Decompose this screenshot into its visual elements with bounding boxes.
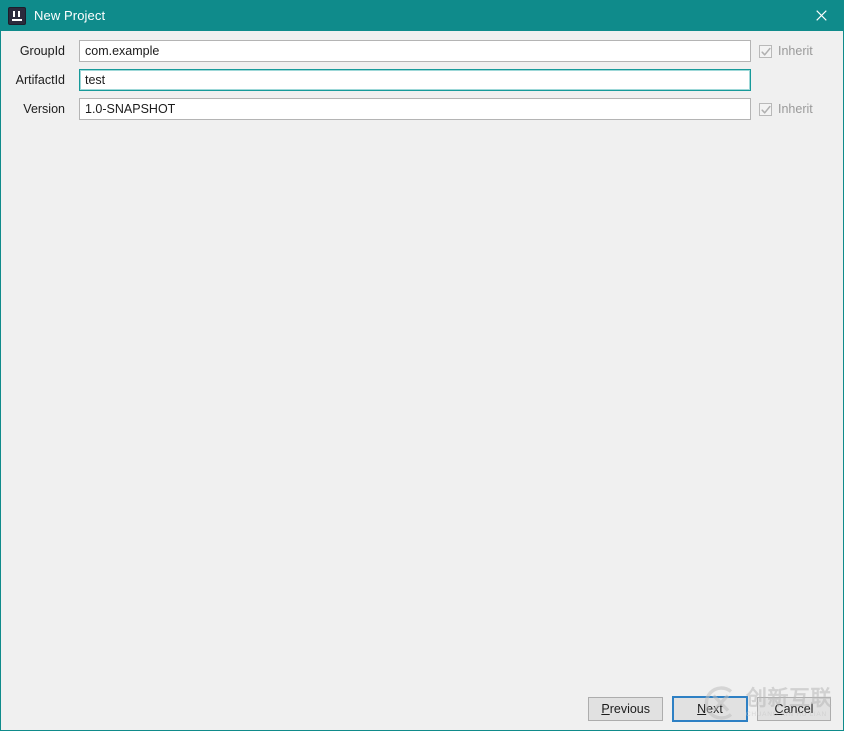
form-row-groupid: GroupId Inherit — [1, 40, 843, 62]
dialog-button-bar: Previous Next Cancel — [588, 697, 831, 721]
groupid-label: GroupId — [19, 44, 65, 58]
version-label: Version — [23, 102, 65, 116]
intellij-idea-icon — [9, 7, 25, 24]
close-button[interactable] — [798, 0, 843, 31]
artifactid-input[interactable] — [79, 69, 751, 91]
cancel-button-label-rest: ancel — [783, 702, 814, 716]
version-inherit-checkbox[interactable] — [759, 102, 772, 116]
artifactid-label: ArtifactId — [15, 73, 65, 87]
version-input[interactable] — [79, 98, 751, 120]
version-field-wrap — [79, 98, 751, 120]
maven-coordinates-form: GroupId Inherit ArtifactId — [1, 40, 843, 127]
version-inherit-label: Inherit — [778, 102, 813, 116]
previous-button-mnemonic: P — [601, 702, 610, 716]
window-title: New Project — [34, 8, 106, 23]
cancel-button[interactable]: Cancel — [757, 697, 831, 721]
dialog-content: GroupId Inherit ArtifactId — [1, 31, 843, 730]
groupid-inherit-label: Inherit — [778, 44, 813, 58]
next-button-mnemonic: N — [697, 702, 707, 716]
groupid-inherit-group[interactable]: Inherit — [759, 44, 843, 58]
groupid-input[interactable] — [79, 40, 751, 62]
next-button[interactable]: Next — [673, 697, 747, 721]
version-inherit-group[interactable]: Inherit — [759, 102, 843, 116]
form-row-artifactid: ArtifactId Inherit — [1, 69, 843, 91]
new-project-dialog: New Project GroupId com.example Inherit … — [0, 0, 844, 731]
close-icon — [815, 10, 827, 21]
next-button-label-rest: ext — [706, 702, 723, 716]
checkmark-icon — [761, 47, 771, 56]
title-bar: New Project — [1, 0, 843, 31]
cancel-button-mnemonic: C — [774, 702, 784, 716]
groupid-inherit-checkbox[interactable] — [759, 44, 772, 58]
previous-button[interactable]: Previous — [588, 697, 663, 721]
groupid-field-wrap — [79, 40, 751, 62]
artifactid-field-wrap — [79, 69, 751, 91]
previous-button-label-rest: revious — [609, 702, 650, 716]
checkmark-icon — [761, 105, 771, 114]
form-row-version: Version Inherit — [1, 98, 843, 120]
